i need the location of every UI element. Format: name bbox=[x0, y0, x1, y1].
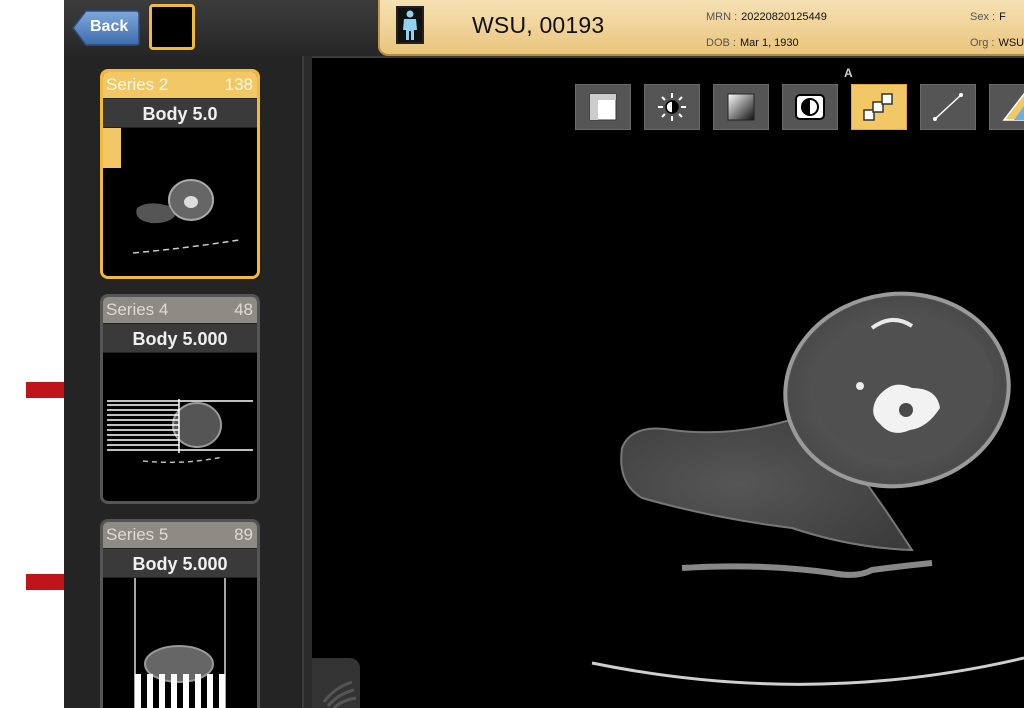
window-level-button[interactable] bbox=[713, 84, 769, 130]
angle-icon bbox=[1002, 92, 1024, 121]
dob-row: DOB : Mar 1, 1930 bbox=[706, 37, 799, 49]
series-header: Series 2 138 bbox=[103, 72, 257, 98]
sex-row: Sex :F bbox=[970, 11, 1006, 23]
sex-value: F bbox=[999, 11, 1006, 23]
measure-line-button[interactable] bbox=[920, 84, 976, 130]
dob-label: DOB : bbox=[706, 37, 736, 49]
image-viewport[interactable]: A bbox=[312, 56, 1024, 708]
window-level-icon bbox=[727, 93, 755, 121]
series-sidebar: Series 2 138 Body 5.0 Series 4 48 Body 5… bbox=[64, 56, 304, 708]
series-header: Series 4 48 bbox=[103, 297, 257, 323]
swipe-grip-icon bbox=[322, 680, 357, 708]
org-value: WSU bbox=[998, 37, 1024, 49]
patient-name: WSU, 00193 bbox=[472, 12, 605, 38]
viewport-layout-button[interactable] bbox=[149, 4, 195, 50]
sex-label: Sex : bbox=[970, 11, 996, 23]
brightness-icon bbox=[658, 93, 686, 121]
series-description: Body 5.000 bbox=[103, 548, 257, 578]
corner-menu-tab[interactable] bbox=[312, 658, 360, 708]
dob-value: Mar 1, 1930 bbox=[739, 37, 799, 49]
series-card-4[interactable]: Series 4 48 Body 5.000 bbox=[100, 294, 260, 504]
series-name: Series 2 bbox=[106, 75, 169, 94]
series-image-count: 138 bbox=[224, 75, 253, 94]
stack-scroll-icon bbox=[863, 93, 893, 121]
mrn-value: 20220820125449 bbox=[741, 11, 827, 23]
stack-scroll-button[interactable] bbox=[851, 84, 907, 130]
series-image-count: 48 bbox=[234, 300, 253, 319]
layout-panel-icon bbox=[589, 93, 617, 121]
ct-axial-image bbox=[591, 291, 1024, 686]
series-name: Series 4 bbox=[106, 300, 169, 319]
mrn-row: MRN :20220820125449 bbox=[706, 11, 827, 23]
series-card-5[interactable]: Series 5 89 Body 5.000 bbox=[100, 519, 260, 708]
measure-line-icon bbox=[933, 93, 963, 121]
brightness-button[interactable] bbox=[644, 84, 700, 130]
series-thumbnail bbox=[103, 128, 257, 276]
series-image-count: 89 bbox=[234, 525, 253, 544]
top-toolbar: Back bbox=[64, 0, 382, 56]
person-icon[interactable] bbox=[396, 6, 424, 44]
org-row: Org : WSU bbox=[970, 37, 1024, 49]
back-button[interactable]: Back bbox=[72, 10, 140, 46]
series-thumbnail bbox=[103, 578, 257, 708]
series-thumbnail bbox=[103, 353, 257, 501]
invert-icon bbox=[795, 94, 825, 120]
invert-button[interactable] bbox=[782, 84, 838, 130]
series-description: Body 5.000 bbox=[103, 323, 257, 353]
angle-button[interactable] bbox=[989, 84, 1024, 130]
back-label: Back bbox=[90, 18, 129, 35]
layout-panel-button[interactable] bbox=[575, 84, 631, 130]
patient-header: WSU, 00193 MRN :20220820125449 DOB : Mar … bbox=[378, 0, 1024, 56]
orientation-label: A bbox=[844, 66, 853, 80]
dicom-viewer-app: Back WSU, 00193 MRN :20220820125449 DOB … bbox=[64, 0, 1024, 708]
series-card-2[interactable]: Series 2 138 Body 5.0 bbox=[100, 69, 260, 279]
series-header: Series 5 89 bbox=[103, 522, 257, 548]
mrn-label: MRN : bbox=[706, 11, 738, 23]
org-label: Org : bbox=[970, 37, 995, 49]
series-description: Body 5.0 bbox=[103, 98, 257, 128]
series-name: Series 5 bbox=[106, 525, 169, 544]
